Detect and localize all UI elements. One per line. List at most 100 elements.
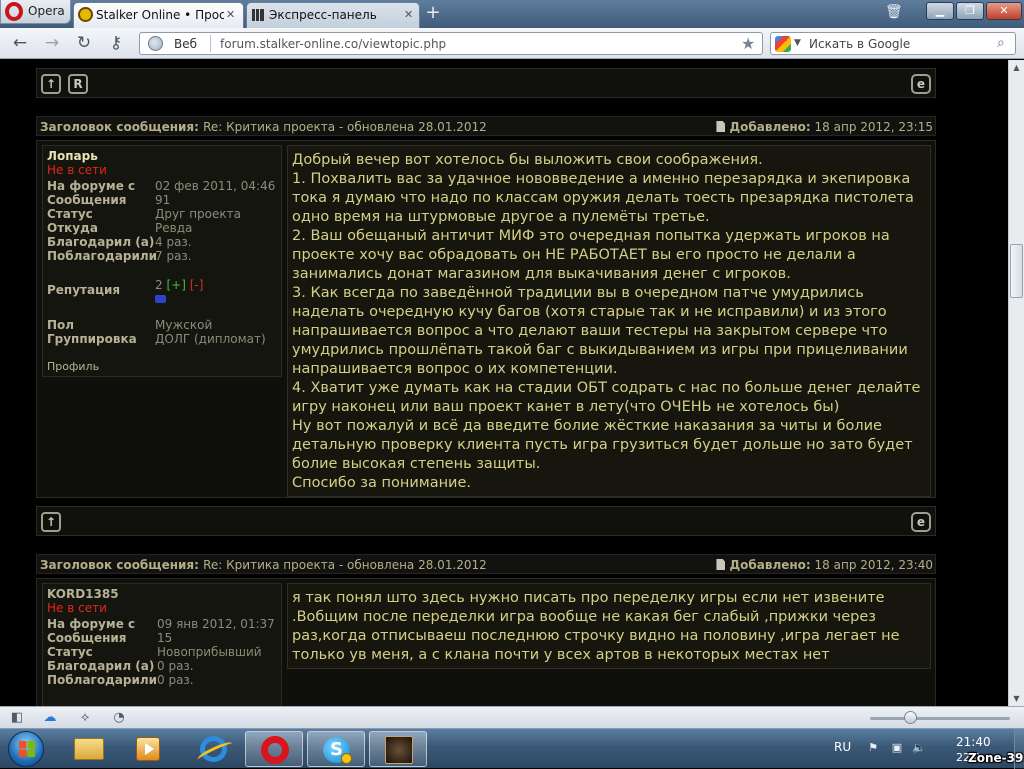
forward-arrow-icon[interactable]: → — [42, 33, 62, 53]
bookmark-star-icon[interactable]: ★ — [741, 34, 755, 53]
user-profile-box: Лопарь Не в сети На форуме с 02 фев 2011… — [42, 145, 282, 377]
tab-close-icon[interactable]: ✕ — [226, 8, 235, 21]
back-arrow-icon[interactable]: ← — [10, 33, 30, 53]
restore-button[interactable]: ❐ — [956, 2, 984, 20]
post-subject: Заголовок сообщения: Re: Критика проекта… — [40, 120, 487, 134]
e-badge-icon[interactable]: e — [911, 74, 931, 94]
reputation-badge-icon — [155, 295, 166, 303]
network-icon[interactable]: ▣ — [890, 741, 904, 755]
tab-strip: Opera Stalker Online • Просм... ✕ Экспре… — [0, 0, 1024, 28]
start-button[interactable] — [8, 731, 44, 767]
subject-text[interactable]: Re: Критика проекта - обновлена 28.01.20… — [203, 120, 487, 134]
status-badge: Не в сети — [47, 601, 107, 615]
arrow-up-icon[interactable]: ↑ — [41, 74, 61, 94]
field-value: 0 раз. — [157, 673, 194, 687]
subject-text[interactable]: Re: Критика проекта - обновлена 28.01.20… — [203, 558, 487, 572]
field-value: 09 янв 2012, 01:37 — [157, 617, 275, 631]
field-value: 7 раз. — [155, 249, 192, 263]
reload-icon[interactable]: ↻ — [74, 33, 94, 53]
field-value: Новоприбывший — [157, 645, 262, 659]
new-tab-icon[interactable]: + — [423, 4, 443, 24]
field-value: Ревда — [155, 221, 193, 235]
scroll-down-icon[interactable]: ▼ — [1009, 691, 1024, 706]
rep-minus-button[interactable]: [-] — [190, 278, 204, 292]
chevron-down-icon[interactable]: ▼ — [794, 38, 801, 48]
taskbar-internet-explorer[interactable] — [185, 731, 243, 767]
stalker-favicon-icon — [78, 7, 93, 22]
search-field[interactable]: ▼ Искать в Google ⌕ — [770, 32, 1016, 55]
tab-title: Экспресс-панель — [269, 8, 377, 22]
post-date: Добавлено: 18 апр 2012, 23:40 — [716, 558, 933, 572]
address-field[interactable]: Веб forum.stalker-online.co/viewtopic.ph… — [139, 32, 763, 55]
rep-plus-button[interactable]: [+] — [166, 278, 185, 292]
share-icon[interactable]: ⟡ — [77, 710, 93, 726]
taskbar-opera[interactable] — [245, 731, 303, 767]
scroll-thumb[interactable] — [1010, 244, 1023, 298]
e-badge-icon[interactable]: e — [911, 512, 931, 532]
address-url[interactable]: forum.stalker-online.co/viewtopic.php — [220, 37, 446, 51]
panel-toggle-icon[interactable]: ◧ — [9, 710, 25, 726]
user-name[interactable]: KORD1385 — [47, 587, 119, 601]
subject-label: Заголовок сообщения: — [40, 120, 199, 134]
windows-taskbar: S RU ⚑ ▣ 🔈 21:40 22.0 Zone-39 — [0, 728, 1024, 769]
added-date: 18 апр 2012, 23:40 — [814, 558, 933, 572]
field-value: ДОЛГ (дипломат) — [155, 332, 266, 346]
opera-icon — [261, 736, 289, 764]
user-name[interactable]: Лопарь — [47, 149, 98, 163]
subject-label: Заголовок сообщения: — [40, 558, 199, 572]
post-header: Заголовок сообщения: Re: Критика проекта… — [36, 554, 936, 574]
address-divider — [210, 35, 211, 52]
key-icon[interactable]: ⚷ — [106, 33, 126, 53]
zoom-slider-handle[interactable] — [904, 711, 917, 724]
field-label: Статус — [47, 207, 93, 221]
taskbar-skype[interactable]: S — [307, 731, 365, 767]
scroll-up-icon[interactable]: ▲ — [1009, 60, 1024, 75]
post-subject: Заголовок сообщения: Re: Критика проекта… — [40, 558, 487, 572]
document-icon[interactable] — [716, 559, 726, 570]
message-line: 4. Хватит уже думать как на стадии ОБТ с… — [292, 380, 921, 415]
arrow-up-icon[interactable]: ↑ — [41, 512, 61, 532]
post-header: Заголовок сообщения: Re: Критика проекта… — [36, 116, 936, 136]
google-icon[interactable] — [775, 36, 791, 52]
r-badge-icon[interactable]: R — [68, 74, 88, 94]
turbo-gauge-icon[interactable]: ◔ — [111, 710, 127, 726]
language-indicator[interactable]: RU — [834, 740, 851, 754]
close-window-button[interactable]: ✕ — [986, 2, 1022, 20]
search-icon[interactable]: ⌕ — [997, 35, 1005, 51]
clock-time[interactable]: 21:40 — [956, 735, 991, 749]
taskbar-explorer[interactable] — [60, 731, 118, 767]
zoom-slider[interactable] — [870, 717, 1010, 720]
added-label: Добавлено: — [729, 120, 811, 134]
message-line: Спосибо за понимание. — [292, 475, 472, 491]
folder-icon — [74, 738, 104, 760]
user-profile-box: KORD1385 Не в сети На форуме с 09 янв 20… — [42, 583, 282, 706]
taskbar-media-player[interactable] — [120, 731, 178, 767]
action-center-flag-icon[interactable]: ⚑ — [866, 741, 880, 755]
taskbar-stalker-online[interactable] — [369, 731, 427, 767]
minimize-button[interactable]: ▁ — [926, 2, 954, 20]
opera-menu-button[interactable]: Opera — [0, 0, 71, 24]
opera-unite-cloud-icon[interactable]: ☁ — [42, 710, 58, 726]
tab-close-icon[interactable]: ✕ — [404, 8, 413, 21]
volume-icon[interactable]: 🔈 — [912, 741, 926, 755]
message-line: 3. Как всегда по заведённой традиции вы … — [292, 285, 908, 377]
tab-speed-dial[interactable]: Экспресс-панель ✕ — [246, 2, 420, 28]
added-label: Добавлено: — [729, 558, 811, 572]
tab-stalker-online[interactable]: Stalker Online • Просм... ✕ — [73, 2, 244, 28]
reputation-value: 2 [+] [-] — [155, 278, 203, 306]
field-value: Друг проекта — [155, 207, 241, 221]
message-line: я так понял што здесь нужно писать про п… — [292, 590, 900, 663]
field-label: Статус — [47, 645, 93, 659]
globe-icon — [148, 36, 163, 51]
message-line: 2. Ваш обещаный античит МИФ это очередна… — [292, 228, 890, 282]
field-label: Откуда — [47, 221, 98, 235]
document-icon[interactable] — [716, 121, 726, 132]
message-line: 1. Похвалить вас за удачное нововведение… — [292, 171, 914, 225]
profile-link[interactable]: Профиль — [47, 360, 99, 373]
post-message: Добрый вечер вот хотелось бы выложить св… — [287, 145, 931, 497]
vertical-scrollbar[interactable]: ▲ ▼ — [1008, 60, 1024, 706]
field-label: Сообщения — [47, 193, 127, 207]
post-date: Добавлено: 18 апр 2012, 23:15 — [716, 120, 933, 134]
show-desktop-button[interactable] — [1014, 729, 1024, 769]
trash-icon[interactable]: 🗑 — [885, 4, 903, 22]
